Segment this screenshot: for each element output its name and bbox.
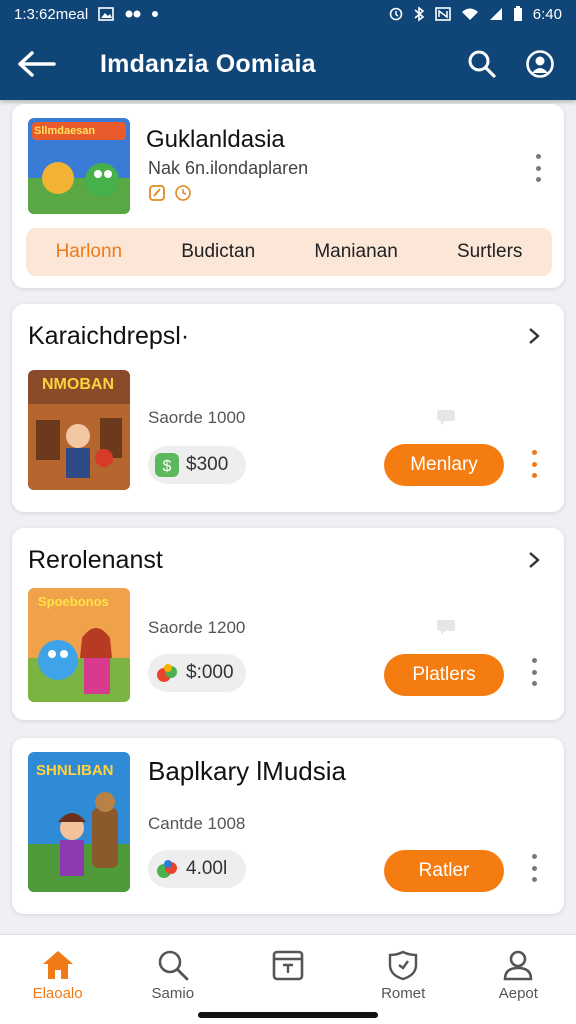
nav-home-label: Elaoalo bbox=[32, 985, 83, 1002]
item-3-price-text: 4.00l bbox=[186, 858, 228, 879]
chevron-right-icon bbox=[529, 552, 540, 568]
app-title: Imdanzia Oomiaia bbox=[100, 49, 316, 78]
infinity-icon bbox=[125, 10, 141, 18]
thumbnail-caption: Spoebonos bbox=[38, 594, 109, 609]
item-3-more-button[interactable] bbox=[524, 850, 544, 886]
calendar-icon bbox=[272, 950, 304, 981]
nav-romet-label: Romet bbox=[381, 985, 426, 1002]
nav-search-label: Samio bbox=[151, 985, 195, 1002]
home-icon bbox=[42, 951, 73, 979]
item-2-price: $:000 bbox=[148, 654, 246, 692]
item-1-subtitle: Saorde 1000 bbox=[148, 408, 246, 427]
profile-button[interactable] bbox=[518, 42, 562, 86]
money-icon: $ bbox=[155, 453, 179, 477]
battery-icon bbox=[513, 6, 522, 21]
item-card-3: SHNLIBAN Baplkary lMudsia Cantde 1008 4.… bbox=[12, 738, 564, 914]
home-indicator[interactable] bbox=[198, 1012, 378, 1018]
tab-budictan[interactable]: Budictan bbox=[181, 241, 255, 263]
item-1-more-button[interactable] bbox=[524, 446, 544, 482]
gem-icon bbox=[157, 664, 177, 682]
section-title-1: Karaichdrepsl· bbox=[28, 322, 190, 350]
item-1-thumbnail[interactable]: NMOBAN bbox=[28, 370, 130, 490]
item-2-thumbnail[interactable]: Spoebonos bbox=[28, 588, 130, 702]
back-arrow-icon bbox=[18, 51, 56, 77]
item-2-subtitle: Saorde 1200 bbox=[148, 618, 246, 637]
edit-icon[interactable] bbox=[148, 184, 166, 202]
notification-dot-icon bbox=[152, 11, 159, 17]
item-card-2: Rerolenanst Spoebonos Saorde 1200 $:000 … bbox=[12, 528, 564, 720]
shield-icon bbox=[388, 950, 418, 981]
search-button[interactable] bbox=[460, 42, 504, 86]
item-3-title: Baplkary lMudsia bbox=[148, 756, 346, 786]
wifi-icon bbox=[461, 8, 478, 20]
comment-icon[interactable] bbox=[436, 408, 456, 426]
chevron-right-icon bbox=[529, 328, 540, 344]
nav-profile-label: Aepot bbox=[498, 985, 538, 1002]
item-2-price-text: $:000 bbox=[186, 662, 234, 683]
search-icon bbox=[468, 50, 496, 78]
item-3-subtitle: Cantde 1008 bbox=[148, 814, 246, 833]
back-button[interactable] bbox=[14, 42, 58, 86]
app-bar: Imdanzia Oomiaia bbox=[0, 28, 576, 100]
header-card: Sllmdaesan Guklanldasia Nak 6n.ilondapla… bbox=[12, 104, 564, 288]
item-3-thumbnail[interactable]: SHNLIBAN bbox=[28, 752, 130, 892]
item-1-action-button[interactable]: Menlary bbox=[384, 444, 504, 486]
bottom-navigation: Elaoalo Samio Romet Aepot bbox=[0, 934, 576, 1024]
section-1-expand-button[interactable] bbox=[522, 324, 546, 348]
comment-icon[interactable] bbox=[436, 618, 456, 636]
item-card-1: Karaichdrepsl· NMOBAN Saorde 1000 $ $300… bbox=[12, 304, 564, 512]
tab-surtlers[interactable]: Surtlers bbox=[457, 241, 522, 263]
item-1-price: $ $300 bbox=[148, 446, 246, 484]
clock-icon[interactable] bbox=[174, 184, 192, 202]
search-icon bbox=[158, 950, 189, 981]
item-1-price-text: $300 bbox=[186, 454, 229, 475]
gem-icon bbox=[157, 860, 177, 878]
item-3-action-button[interactable]: Ratler bbox=[384, 850, 504, 892]
svg-text:$: $ bbox=[163, 458, 172, 475]
profile-icon bbox=[526, 50, 554, 78]
tab-manianan[interactable]: Manianan bbox=[314, 241, 397, 263]
status-bar: 1:3:62meal 6:40 bbox=[0, 0, 576, 28]
thumbnail-caption: SHNLIBAN bbox=[36, 762, 114, 779]
nfc-icon bbox=[434, 7, 451, 21]
header-subtitle: Nak 6n.ilondaplaren bbox=[148, 158, 309, 178]
category-tabs: Harlonn Budictan Manianan Surtlers bbox=[26, 228, 552, 276]
alarm-icon bbox=[389, 7, 403, 21]
status-time: 1:3:62meal bbox=[14, 5, 89, 23]
bluetooth-icon bbox=[414, 6, 425, 22]
nav-profile[interactable]: Aepot bbox=[468, 949, 568, 1024]
thumbnail-caption: NMOBAN bbox=[42, 376, 114, 393]
item-2-action-button[interactable]: Platlers bbox=[384, 654, 504, 696]
gallery-icon bbox=[98, 7, 115, 21]
nav-home[interactable]: Elaoalo bbox=[8, 949, 108, 1024]
item-2-more-button[interactable] bbox=[524, 654, 544, 690]
section-2-expand-button[interactable] bbox=[522, 548, 546, 572]
header-more-button[interactable] bbox=[528, 150, 548, 186]
thumbnail-caption: Sllmdaesan bbox=[34, 125, 96, 137]
section-title-2: Rerolenanst bbox=[28, 546, 163, 574]
tab-harlonn[interactable]: Harlonn bbox=[56, 241, 123, 263]
signal-icon bbox=[489, 8, 502, 20]
header-title: Guklanldasia bbox=[146, 126, 285, 153]
header-thumbnail[interactable]: Sllmdaesan bbox=[28, 118, 130, 214]
item-3-price: 4.00l bbox=[148, 850, 246, 888]
user-icon bbox=[504, 950, 533, 981]
status-clock: 6:40 bbox=[532, 5, 562, 23]
